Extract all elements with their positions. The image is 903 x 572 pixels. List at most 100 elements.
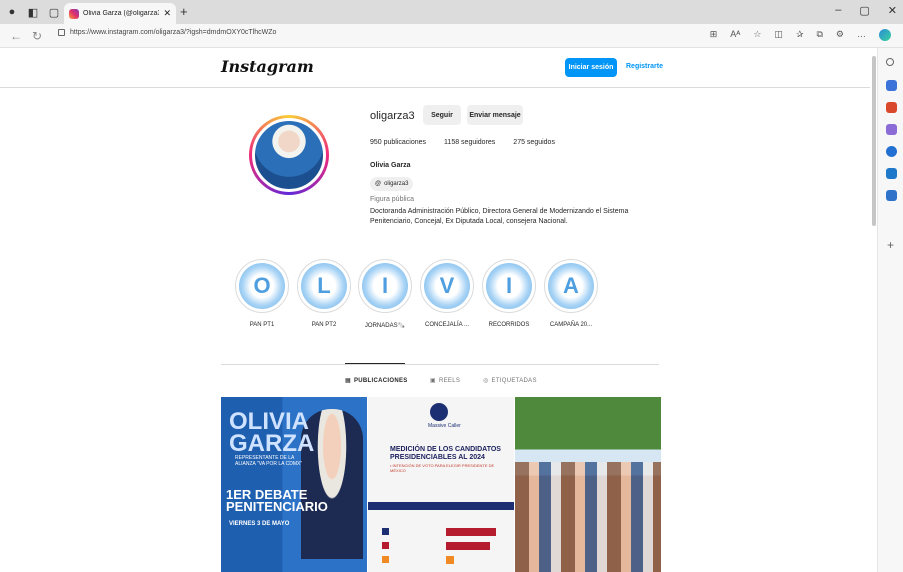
favorites-icon[interactable]: ✰ [796, 29, 804, 41]
highlight-item[interactable]: O PAN PT1 [232, 259, 292, 328]
highlight-item[interactable]: I JORNADAS🗞️ [355, 259, 415, 329]
highlight-item[interactable]: A CAMPAÑA 20... [541, 259, 601, 328]
highlight-item[interactable]: V CONCEJALÍA ... [417, 259, 477, 328]
highlight-item[interactable]: L PAN PT2 [294, 259, 354, 328]
register-link[interactable]: Registrarte [626, 63, 663, 70]
highlight-item[interactable]: I RECORRIDOS [479, 259, 539, 328]
browser-sidebar: + [877, 48, 903, 572]
post-thumbnail[interactable]: Massive Caller MEDICIÓN DE LOS CANDIDATO… [368, 397, 514, 572]
post-band [368, 502, 514, 510]
instagram-header: Instagram Iniciar sesión Registrarte [0, 48, 870, 88]
browser-tab[interactable]: Olivia Garza (@oligarza3) • Fotos ✕ [64, 3, 176, 24]
highlight-letter: I [486, 263, 532, 309]
close-window-button[interactable]: ✕ [888, 4, 897, 17]
threads-badge[interactable]: @ oligarza3 [370, 177, 414, 191]
highlight-letter: O [239, 263, 285, 309]
post-subtitle: • INTENCIÓN DE VOTO PARA ELEGIR PRESIDEN… [390, 463, 495, 473]
address-bar: ← ↻ https://www.instagram.com/oligarza3/… [0, 24, 903, 48]
scrollbar[interactable] [872, 56, 876, 226]
posts-count: 950 publicaciones [370, 139, 427, 146]
highlight-label: JORNADAS🗞️ [364, 323, 406, 329]
tab-publicaciones[interactable]: ▦ PUBLICACIONES [345, 377, 408, 385]
highlight-label: CAMPAÑA 20... [549, 322, 593, 328]
profile-bio: Doctoranda Administración Público, Direc… [370, 208, 629, 225]
post-text-debate: 1ER DEBATE PENITENCIARIO [226, 487, 328, 514]
highlight-letter: A [548, 263, 594, 309]
highlight-label: PAN PT1 [249, 322, 275, 328]
profile-avatar[interactable] [249, 115, 329, 195]
post-text-name: OLIVIA GARZA [229, 408, 315, 457]
active-tab-indicator [345, 363, 405, 364]
highlight-letter: L [301, 263, 347, 309]
avatar-photo [252, 118, 326, 192]
maximize-button[interactable]: ▢ [859, 4, 869, 17]
highlight-cover: I [358, 259, 412, 313]
copilot-icon[interactable] [879, 29, 891, 41]
post-thumbnail[interactable]: OLIVIA GARZA REPRESENTANTE DE LA ALIANZA… [221, 397, 367, 572]
tabs-divider [221, 364, 659, 365]
extensions-icon[interactable]: ⚙ [836, 29, 844, 41]
grid-icon: ▦ [345, 378, 351, 384]
games-icon[interactable] [886, 124, 897, 135]
close-tab-icon[interactable]: ✕ [163, 8, 171, 19]
instagram-favicon-icon [69, 8, 79, 19]
tab-actions-icon[interactable]: ▢ [45, 3, 63, 21]
threads-handle: oligarza3 [384, 181, 409, 187]
highlight-label: CONCEJALÍA ... [424, 322, 469, 328]
profile-username: oligarza3 [370, 110, 415, 122]
profile-icon[interactable]: ● [3, 3, 21, 21]
tab-etiquetadas[interactable]: ◎ ETIQUETADAS [483, 377, 537, 385]
shopping-icon[interactable] [886, 102, 897, 113]
tab-label: PUBLICACIONES [353, 377, 408, 384]
candidate-chip [382, 528, 389, 535]
following-count[interactable]: 275 seguidos [513, 139, 555, 146]
new-tab-button[interactable]: + [180, 4, 188, 19]
drop-icon[interactable] [886, 190, 897, 201]
instagram-page: Instagram Iniciar sesión Registrarte oli… [0, 48, 870, 572]
refresh-icon[interactable]: ↻ [32, 29, 42, 43]
follow-button[interactable]: Seguir [423, 105, 461, 125]
highlight-letter: V [424, 263, 470, 309]
post-text-date: VIERNES 3 DE MAYO [229, 521, 290, 527]
post-brand: Massive Caller [428, 423, 461, 429]
profile-category: Figura pública [370, 196, 414, 203]
send-message-button[interactable]: Enviar mensaje [467, 105, 523, 125]
split-screen-icon[interactable]: ◫ [774, 29, 783, 41]
search-icon[interactable] [886, 58, 894, 66]
tab-reels[interactable]: ▣ REELS [430, 377, 460, 385]
highlight-cover: A [544, 259, 598, 313]
more-icon[interactable]: … [857, 29, 866, 41]
highlight-label: RECORRIDOS [488, 322, 530, 328]
threads-icon: @ [375, 181, 382, 187]
workspaces-icon[interactable]: ◧ [24, 3, 42, 21]
discover-icon[interactable] [886, 80, 897, 91]
add-sidebar-icon[interactable]: + [887, 238, 894, 252]
minimize-button[interactable]: – [835, 4, 841, 17]
highlight-cover: O [235, 259, 289, 313]
back-icon[interactable]: ← [10, 29, 22, 43]
followers-count[interactable]: 1158 seguidores [444, 139, 495, 146]
tab-title: Olivia Garza (@oligarza3) • Fotos [83, 10, 160, 17]
reels-icon: ▣ [430, 378, 436, 384]
crowd-photo [515, 462, 661, 572]
lock-icon [58, 29, 65, 36]
instagram-logo[interactable]: Instagram [221, 57, 314, 76]
favorite-star-icon[interactable]: ☆ [753, 29, 761, 41]
url-text: https://www.instagram.com/oligarza3/?igs… [70, 29, 277, 36]
highlight-letter: I [362, 263, 408, 309]
url-field[interactable]: https://www.instagram.com/oligarza3/?igs… [58, 29, 276, 36]
outlook-icon[interactable] [886, 168, 897, 179]
post-text-subtitle: REPRESENTANTE DE LA ALIANZA "VA POR LA C… [235, 455, 303, 467]
app-available-icon[interactable]: ⊞ [710, 29, 718, 41]
collections-icon[interactable]: ⧉ [816, 29, 822, 41]
browser-toolbar: ⊞ Aᴬ ☆ ◫ ✰ ⧉ ⚙ … [710, 29, 891, 41]
massive-caller-logo [430, 403, 448, 421]
poll-bar [446, 528, 496, 536]
read-aloud-icon[interactable]: Aᴬ [730, 29, 740, 41]
post-title: MEDICIÓN DE LOS CANDIDATOS PRESIDENCIABL… [390, 446, 501, 461]
post-thumbnail[interactable] [515, 397, 661, 572]
candidate-chip [382, 542, 389, 549]
login-button[interactable]: Iniciar sesión [565, 58, 617, 77]
microsoft365-icon[interactable] [886, 146, 897, 157]
profile-stats: 950 publicaciones 1158 seguidores 275 se… [370, 139, 555, 146]
